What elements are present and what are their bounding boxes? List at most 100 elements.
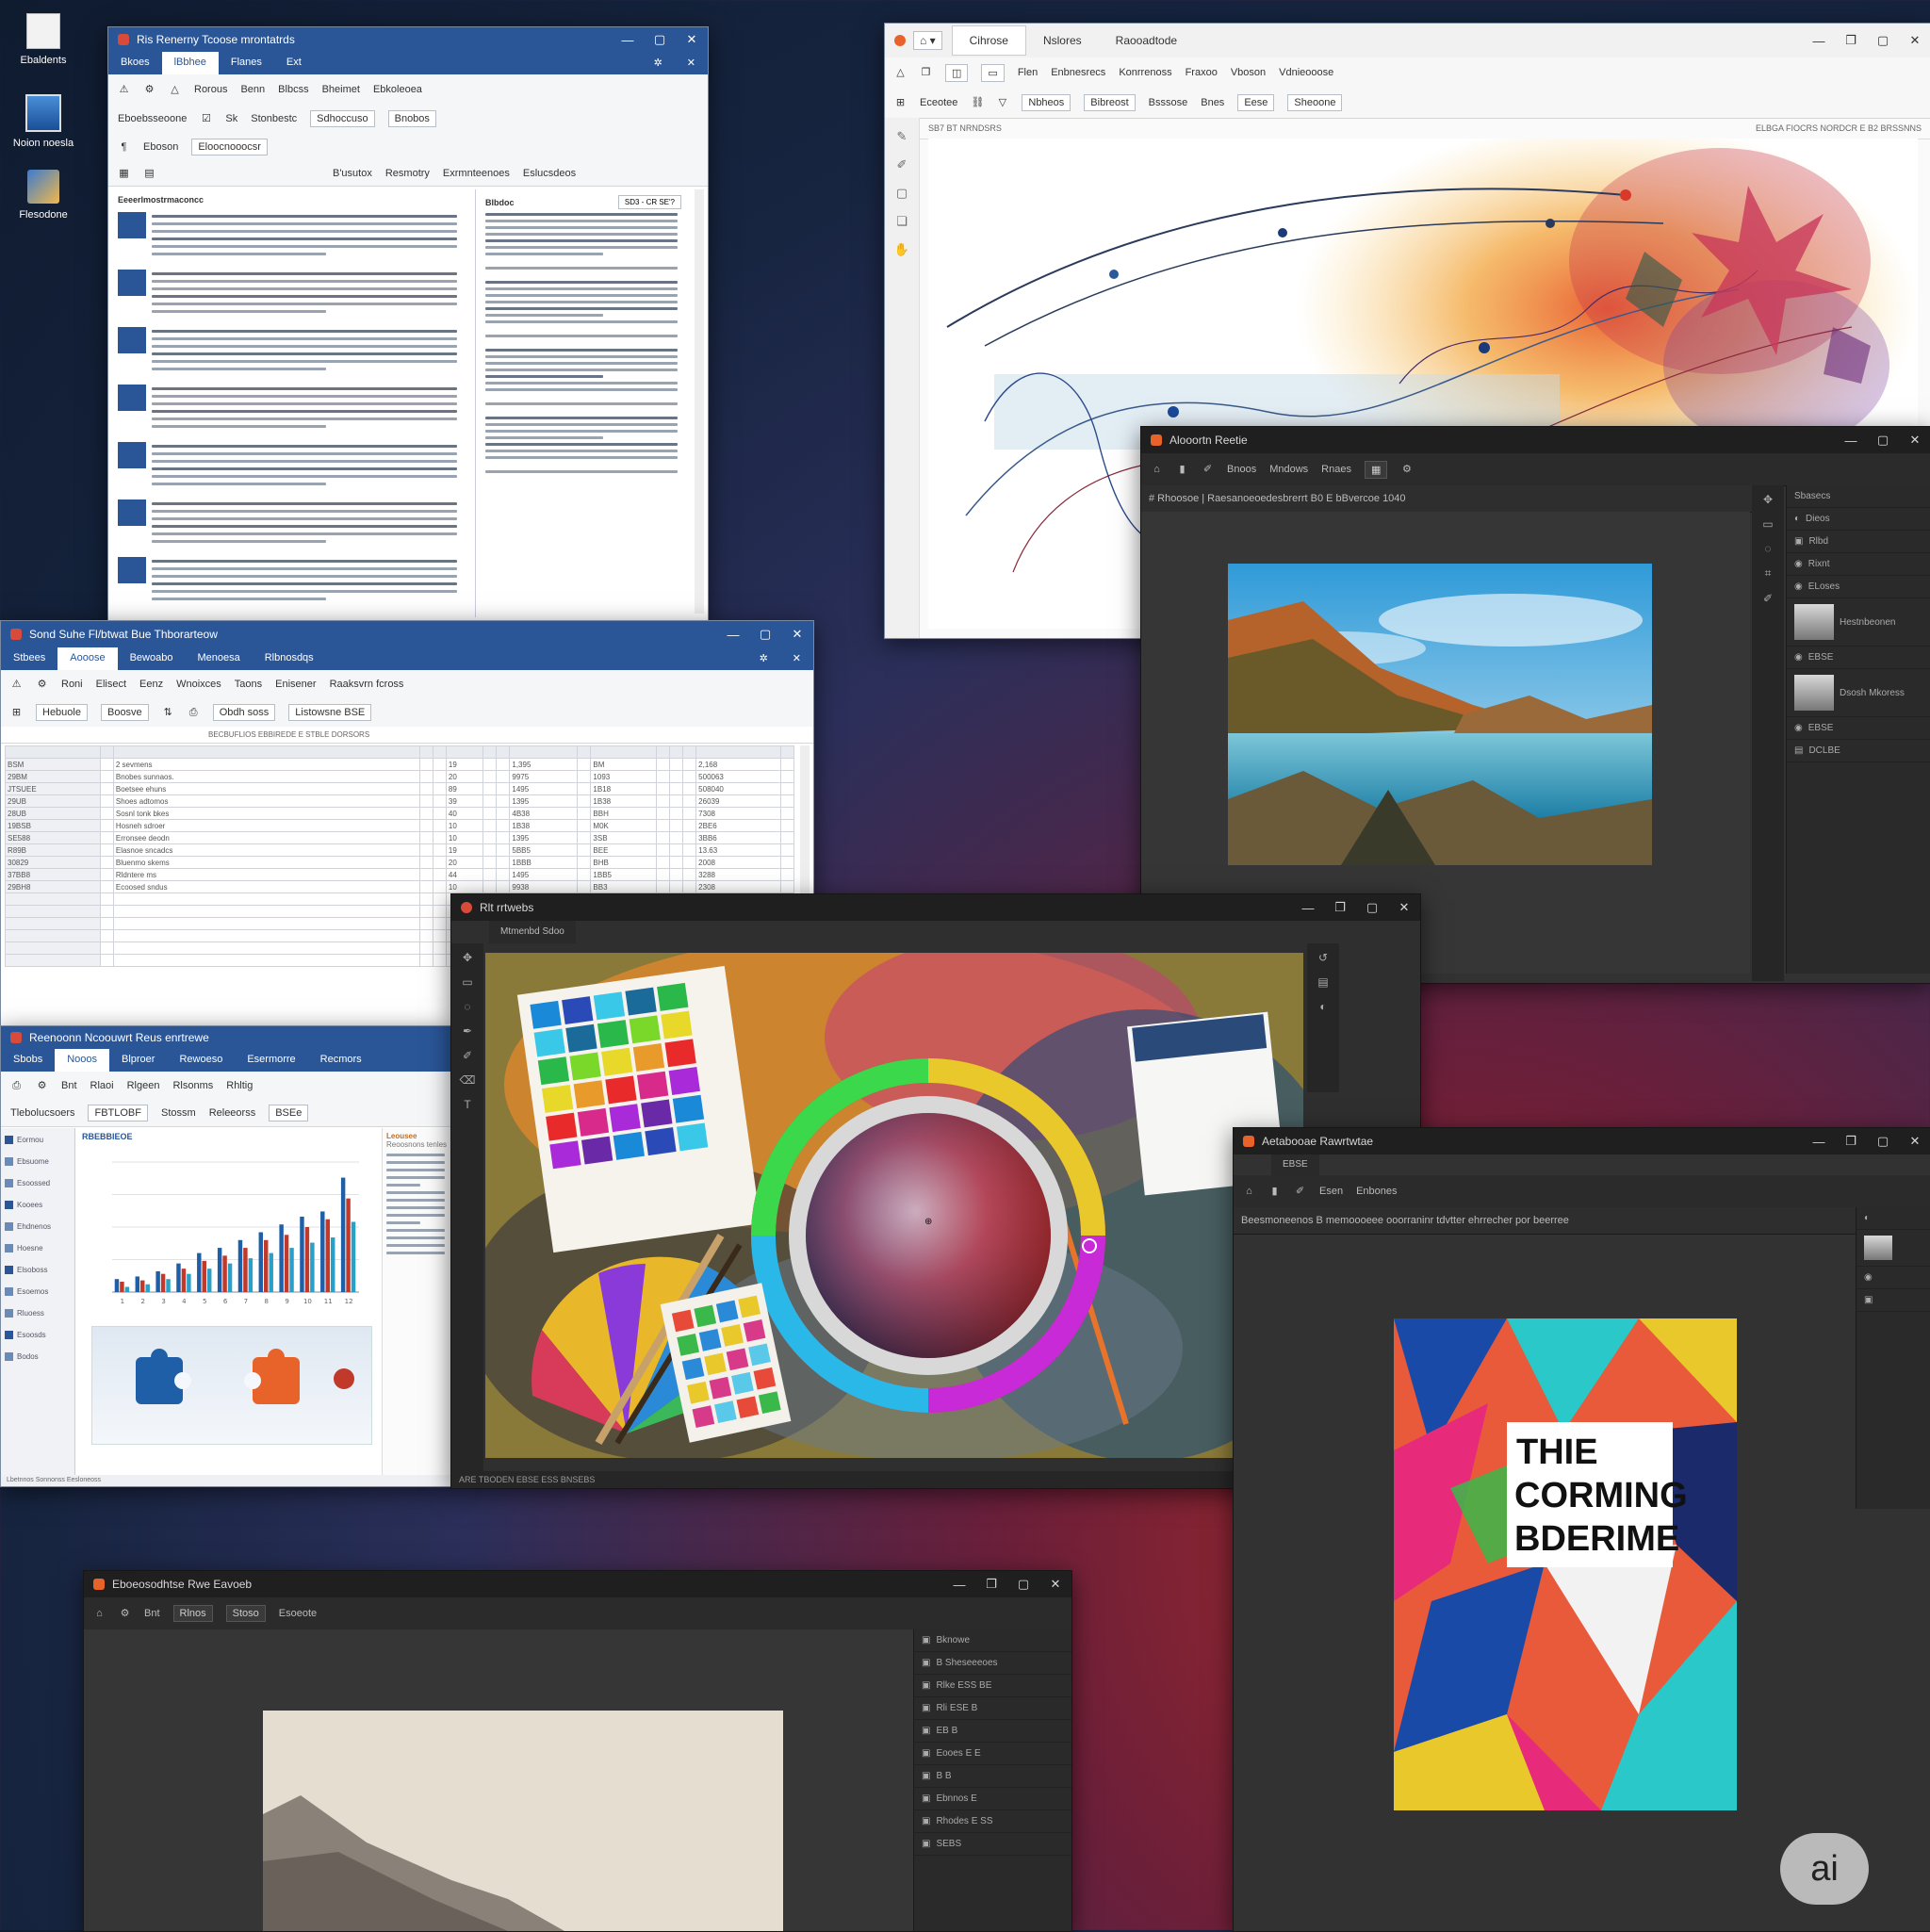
table-cell[interactable]: 40 xyxy=(445,807,484,820)
chart-bar[interactable] xyxy=(320,1211,325,1292)
table-cell[interactable] xyxy=(432,807,447,820)
title-bar[interactable]: Aetabooae Rawrtwtae — ❐ ▢ ✕ xyxy=(1234,1128,1930,1154)
ribbon-item[interactable]: Enisener xyxy=(275,679,316,690)
table-cell[interactable]: 20 xyxy=(445,856,484,869)
table-cell[interactable] xyxy=(779,770,795,783)
column-header[interactable] xyxy=(445,745,484,759)
restore-icon[interactable]: ❐ xyxy=(1835,24,1867,57)
table-cell[interactable] xyxy=(577,794,592,808)
table-cell[interactable] xyxy=(99,892,114,906)
table-cell[interactable] xyxy=(655,770,670,783)
table-cell[interactable] xyxy=(418,905,433,918)
document-body[interactable]: Eeeerlmostrmaconcc xyxy=(112,189,476,617)
option-item[interactable]: Esen xyxy=(1319,1186,1343,1197)
table-cell[interactable]: Shoes adtomos xyxy=(112,794,420,808)
home-icon[interactable]: ⌂ xyxy=(1151,464,1163,476)
table-cell[interactable] xyxy=(418,782,433,795)
panel-row[interactable]: ▣ Rlbd xyxy=(1787,531,1930,553)
chart-bar[interactable] xyxy=(300,1216,304,1292)
ribbon-chip[interactable]: Nbheos xyxy=(1022,94,1071,111)
ribbon-item[interactable]: Enbnesrecs xyxy=(1051,67,1105,78)
table-cell[interactable] xyxy=(112,954,420,967)
tab-1[interactable]: Aooose xyxy=(57,647,118,670)
table-cell[interactable] xyxy=(418,770,433,783)
pin-icon[interactable]: ✲ xyxy=(747,647,780,670)
chart-bar[interactable] xyxy=(310,1242,315,1292)
table-cell[interactable] xyxy=(668,880,684,893)
ribbon-item[interactable]: Bnt xyxy=(61,1080,77,1091)
ribbon-item[interactable]: Elisect xyxy=(96,679,126,690)
minimize-icon[interactable]: — xyxy=(1292,894,1324,921)
table-cell[interactable] xyxy=(668,819,684,832)
tab-3[interactable]: Menoesa xyxy=(185,647,252,670)
crop-tool-icon[interactable]: ⌗ xyxy=(1765,566,1772,581)
ribbon-item[interactable]: Rorous xyxy=(194,84,227,95)
ribbon-item[interactable]: Ebkoleoea xyxy=(373,84,422,95)
table-cell[interactable] xyxy=(99,794,114,808)
triangle-tool-icon[interactable]: △ xyxy=(894,67,907,79)
slide-list-item[interactable]: Esoossed xyxy=(5,1179,71,1187)
table-cell[interactable] xyxy=(432,758,447,771)
chart-bar[interactable] xyxy=(289,1248,294,1292)
table-cell[interactable] xyxy=(5,941,101,955)
misty-mountain-photo[interactable] xyxy=(263,1711,783,1931)
grid-icon[interactable]: ⊞ xyxy=(10,707,23,719)
table-cell[interactable] xyxy=(779,856,795,869)
panel-row[interactable]: ◉ xyxy=(1856,1267,1930,1289)
table-cell[interactable] xyxy=(682,807,697,820)
ribbon-chip[interactable]: BSEe xyxy=(269,1105,309,1122)
table-cell[interactable]: 9975 xyxy=(509,770,579,783)
tab-2[interactable]: Blproer xyxy=(109,1049,167,1072)
layers-icon[interactable]: ❏ xyxy=(896,214,908,229)
table-cell[interactable] xyxy=(99,856,114,869)
table-cell[interactable] xyxy=(577,856,592,869)
option-item[interactable]: Bnt xyxy=(144,1608,160,1619)
chart-bar[interactable] xyxy=(160,1273,166,1292)
table-cell[interactable] xyxy=(682,880,697,893)
table-cell[interactable]: 19 xyxy=(445,758,484,771)
table-cell[interactable] xyxy=(432,880,447,893)
chart-bar[interactable] xyxy=(284,1235,289,1292)
chart-bar[interactable] xyxy=(237,1239,243,1292)
tab-0[interactable]: Stbees xyxy=(1,647,57,670)
table-cell[interactable] xyxy=(418,856,433,869)
brush-tool-icon[interactable]: ✐ xyxy=(1763,592,1773,605)
table-row[interactable]: 29UB Shoes adtomos 39 1395 1B38 26039 xyxy=(5,794,795,808)
table-cell[interactable]: 3SB xyxy=(590,831,657,844)
ribbon-item[interactable]: Eboson xyxy=(143,141,178,153)
print-icon[interactable]: ⎙ xyxy=(188,707,200,719)
grid-icon[interactable]: ▦ xyxy=(118,168,130,180)
table-cell[interactable] xyxy=(482,807,498,820)
sort-icon[interactable]: ⇅ xyxy=(162,707,174,719)
table-cell[interactable] xyxy=(5,892,101,906)
table-cell[interactable] xyxy=(682,868,697,881)
minimize-icon[interactable]: — xyxy=(1803,1128,1835,1154)
slide-canvas[interactable]: RBEBBIEOE 1 2 3 4 5 6 7 8 9 10 11 12 xyxy=(76,1128,378,1479)
table-cell[interactable] xyxy=(99,868,114,881)
chart-bar[interactable] xyxy=(304,1227,310,1292)
table-cell[interactable] xyxy=(99,758,114,771)
panel-row[interactable]: ▣ SEBS xyxy=(914,1833,1071,1856)
table-cell[interactable]: 13.63 xyxy=(695,843,781,857)
home-icon[interactable]: ⌂ ▾ xyxy=(913,31,942,50)
table-cell[interactable] xyxy=(496,831,511,844)
chart-bar[interactable] xyxy=(346,1198,351,1292)
home-icon[interactable]: ⌂ xyxy=(93,1608,106,1620)
table-cell[interactable] xyxy=(418,868,433,881)
table-cell[interactable] xyxy=(432,941,447,955)
slide-list-item[interactable]: Esoosds xyxy=(5,1331,71,1339)
table-cell[interactable] xyxy=(99,831,114,844)
title-bar[interactable]: Reenoonn Ncoouwrt Reus enrtrewe xyxy=(1,1026,451,1049)
chart-bar[interactable] xyxy=(140,1280,145,1292)
lasso-tool-icon[interactable]: ◌ xyxy=(1764,542,1771,555)
panel-row[interactable]: ▣ Bknowe xyxy=(914,1629,1071,1652)
table-cell[interactable]: 28UB xyxy=(5,807,101,820)
table-cell[interactable]: 1495 xyxy=(509,868,579,881)
bar-chart[interactable]: 1 2 3 4 5 6 7 8 9 10 11 12 xyxy=(91,1156,365,1307)
table-cell[interactable] xyxy=(418,941,433,955)
settings-icon[interactable]: ⚙ xyxy=(143,84,155,96)
table-cell[interactable] xyxy=(668,831,684,844)
tab-2[interactable]: Flanes xyxy=(219,52,274,74)
table-cell[interactable] xyxy=(5,917,101,930)
table-cell[interactable] xyxy=(496,770,511,783)
